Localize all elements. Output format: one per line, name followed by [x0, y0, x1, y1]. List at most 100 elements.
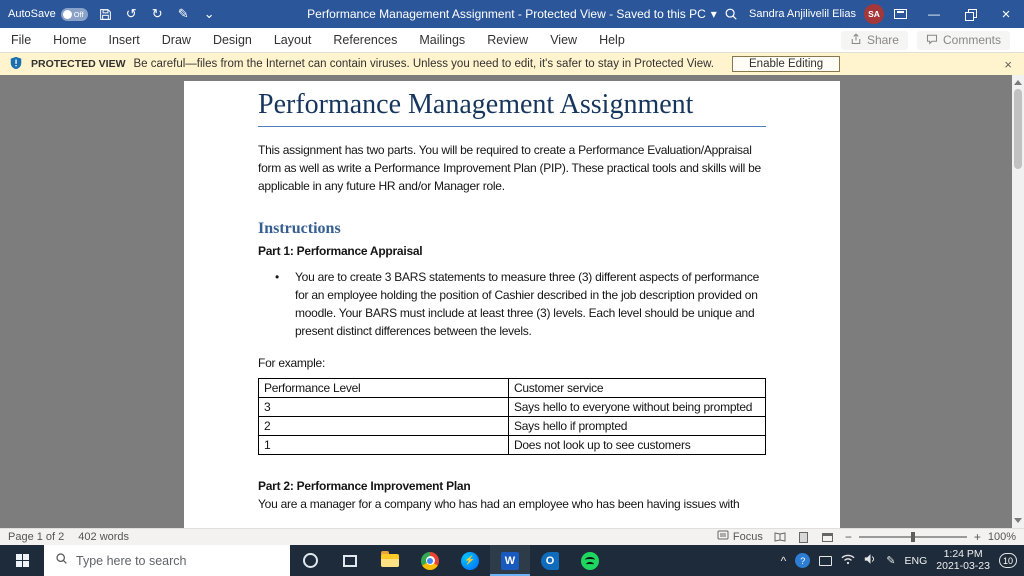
quick-access-chevron-icon[interactable]: ⌄ [201, 5, 218, 23]
taskbar-search[interactable] [44, 545, 290, 576]
cortana-button[interactable] [290, 545, 330, 576]
document-title: Performance Management Assignment [258, 89, 766, 127]
autosave-toggle[interactable]: AutoSave Off [8, 8, 88, 21]
tab-mailings[interactable]: Mailings [408, 28, 476, 52]
zoom-slider[interactable] [859, 536, 967, 538]
title-bar: AutoSave Off ↺ ↻ ✎ ⌄ Performance Managem… [0, 0, 1024, 28]
part1-heading: Part 1: Performance Appraisal [258, 242, 766, 260]
table-row: 2 Says hello if prompted [259, 417, 766, 436]
share-icon [850, 33, 862, 48]
messenger-icon: ⚡ [461, 552, 479, 570]
tab-layout[interactable]: Layout [263, 28, 323, 52]
scroll-down-arrow-icon[interactable] [1014, 518, 1022, 523]
print-layout-button[interactable] [797, 531, 811, 544]
autosave-switch-icon: Off [61, 8, 88, 21]
file-explorer-icon [381, 554, 399, 567]
tab-references[interactable]: References [322, 28, 408, 52]
spotify-icon [581, 552, 599, 570]
close-button[interactable]: × [988, 0, 1024, 28]
document-area: Performance Management Assignment This a… [0, 75, 1024, 528]
focus-icon [717, 530, 729, 544]
notification-badge[interactable]: 10 [999, 553, 1017, 568]
clock[interactable]: 1:24 PM 2021-03-23 [936, 549, 990, 572]
time-label: 1:24 PM [936, 549, 990, 561]
chrome-icon [421, 552, 439, 570]
bullet-list: You are to create 3 BARS statements to m… [258, 268, 766, 340]
date-label: 2021-03-23 [936, 561, 990, 573]
restore-button[interactable] [952, 0, 988, 28]
outlook-button[interactable]: O [530, 545, 570, 576]
redo-icon[interactable]: ↻ [149, 5, 166, 23]
vertical-scrollbar[interactable] [1012, 75, 1024, 528]
task-view-button[interactable] [330, 545, 370, 576]
zoom-out-icon[interactable]: − [845, 530, 852, 544]
pen-icon[interactable]: ✎ [175, 5, 192, 23]
tab-design[interactable]: Design [202, 28, 263, 52]
scroll-up-arrow-icon[interactable] [1014, 80, 1022, 85]
focus-mode-button[interactable]: Focus [717, 530, 763, 544]
volume-icon[interactable] [864, 552, 877, 570]
outlook-icon: O [541, 552, 559, 570]
display-tray-icon[interactable] [819, 556, 832, 566]
chrome-button[interactable] [410, 545, 450, 576]
taskbar: ⚡ W O ^ ? ✎ ENG 1:24 PM 2021-0 [0, 545, 1024, 576]
start-button[interactable] [0, 545, 44, 576]
taskbar-search-input[interactable] [76, 554, 271, 568]
search-icon[interactable] [722, 5, 739, 23]
scrollbar-thumb[interactable] [1014, 89, 1022, 169]
tab-home[interactable]: Home [42, 28, 97, 52]
page-count-label[interactable]: Page 1 of 2 [8, 531, 64, 543]
file-explorer-button[interactable] [370, 545, 410, 576]
undo-icon[interactable]: ↺ [123, 5, 140, 23]
part2-heading: Part 2: Performance Improvement Plan [258, 477, 766, 495]
save-icon[interactable] [97, 5, 114, 23]
table-cell: Says hello if prompted [508, 417, 765, 436]
web-layout-button[interactable] [821, 531, 835, 544]
zoom-level-label[interactable]: 100% [988, 531, 1016, 543]
tab-draw[interactable]: Draw [151, 28, 202, 52]
table-cell: 3 [259, 398, 509, 417]
ink-workspace-icon[interactable]: ✎ [886, 554, 895, 567]
cortana-icon [303, 553, 318, 568]
tab-review[interactable]: Review [476, 28, 539, 52]
minimize-button[interactable]: — [916, 0, 952, 28]
tab-insert[interactable]: Insert [98, 28, 151, 52]
title-dropdown-icon: ▾ [711, 7, 717, 21]
account-avatar[interactable]: SA [864, 4, 884, 24]
task-view-icon [343, 555, 357, 567]
document-page: Performance Management Assignment This a… [184, 81, 840, 528]
ribbon-tab-bar: File Home Insert Draw Design Layout Refe… [0, 28, 1024, 53]
show-hidden-icons-chevron-icon[interactable]: ^ [781, 554, 787, 568]
restore-icon [965, 9, 976, 20]
table-cell: Customer service [508, 379, 765, 398]
tab-view[interactable]: View [539, 28, 588, 52]
tab-file[interactable]: File [0, 28, 42, 52]
messenger-button[interactable]: ⚡ [450, 545, 490, 576]
zoom-slider-handle[interactable] [911, 532, 915, 542]
table-cell: 2 [259, 417, 509, 436]
protected-bar-close-icon[interactable]: × [1001, 57, 1015, 72]
status-bar: Page 1 of 2 402 words Focus − + [0, 528, 1024, 545]
language-indicator[interactable]: ENG [905, 555, 928, 567]
share-button[interactable]: Share [841, 31, 908, 50]
bars-example-table: Performance Level Customer service 3 Say… [258, 378, 766, 455]
read-mode-button[interactable] [773, 531, 787, 544]
enable-editing-button[interactable]: Enable Editing [732, 56, 840, 72]
autosave-state: Off [74, 10, 84, 19]
table-cell: Says hello to everyone without being pro… [508, 398, 765, 417]
spotify-button[interactable] [570, 545, 610, 576]
ribbon-display-options-icon[interactable] [884, 0, 916, 28]
table-cell: 1 [259, 436, 509, 455]
wifi-icon[interactable] [841, 552, 855, 570]
word-taskbar-button[interactable]: W [490, 545, 530, 576]
word-count-label[interactable]: 402 words [78, 531, 129, 543]
tab-help[interactable]: Help [588, 28, 636, 52]
comments-button[interactable]: Comments [917, 31, 1010, 50]
comment-icon [926, 33, 938, 48]
protected-view-bar: PROTECTED VIEW Be careful—files from the… [0, 53, 1024, 75]
word-icon: W [501, 552, 519, 570]
account-name[interactable]: Sandra Anjilivelil Elias [749, 8, 856, 20]
table-cell: Performance Level [259, 379, 509, 398]
tray-help-icon[interactable]: ? [795, 553, 810, 568]
zoom-in-icon[interactable]: + [974, 530, 981, 544]
